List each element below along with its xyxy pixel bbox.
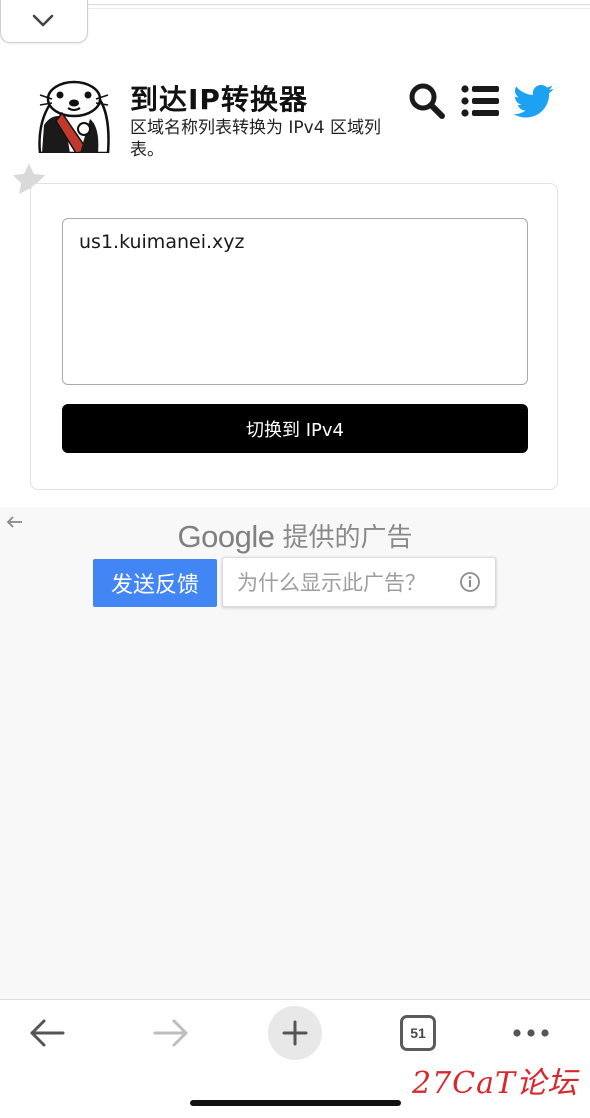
- ad-provided-text: 提供的广告: [282, 523, 413, 553]
- plus-icon: [282, 1020, 308, 1046]
- ad-provider-label: Google 提供的广告: [0, 517, 590, 555]
- new-tab-button[interactable]: [268, 1006, 322, 1060]
- top-divider: [0, 0, 590, 10]
- convert-to-ipv4-button[interactable]: 切换到 IPv4: [62, 404, 528, 453]
- why-this-ad-button[interactable]: 为什么显示此广告？: [222, 557, 496, 607]
- more-options-icon[interactable]: [512, 1028, 550, 1038]
- converter-card: us1.kuimanei.xyz 切换到 IPv4: [30, 183, 558, 490]
- collapse-toolbar-button[interactable]: [0, 0, 88, 43]
- tab-count-badge: 51: [400, 1015, 436, 1051]
- forward-arrow-icon[interactable]: [152, 1017, 190, 1049]
- search-icon: [409, 83, 445, 119]
- site-subtitle: 区域名称列表转换为 IPv4 区域列表。: [130, 118, 381, 160]
- otter-mascot-icon: [38, 80, 110, 155]
- home-indicator[interactable]: [190, 1100, 401, 1106]
- chevron-down-icon: [32, 14, 54, 27]
- search-button[interactable]: [407, 81, 447, 121]
- site-logo[interactable]: [34, 73, 114, 155]
- send-feedback-button[interactable]: 发送反馈: [93, 559, 217, 607]
- ad-area: Google 提供的广告 发送反馈 为什么显示此广告？: [0, 507, 590, 1000]
- info-icon: [460, 572, 480, 592]
- twitter-button[interactable]: [514, 81, 554, 121]
- why-this-ad-label: 为什么显示此广告？: [237, 571, 426, 595]
- domain-list-input[interactable]: us1.kuimanei.xyz: [62, 218, 528, 385]
- back-arrow-icon[interactable]: [28, 1017, 66, 1049]
- watermark-text: 27CaT论坛: [412, 1066, 579, 1101]
- google-logo: Google: [177, 519, 275, 554]
- site-title: 到达IP转换器: [130, 83, 308, 116]
- twitter-icon: [514, 85, 554, 118]
- menu-button[interactable]: [461, 81, 501, 121]
- tab-switcher-button[interactable]: 51: [400, 1015, 436, 1051]
- list-icon: [461, 85, 499, 117]
